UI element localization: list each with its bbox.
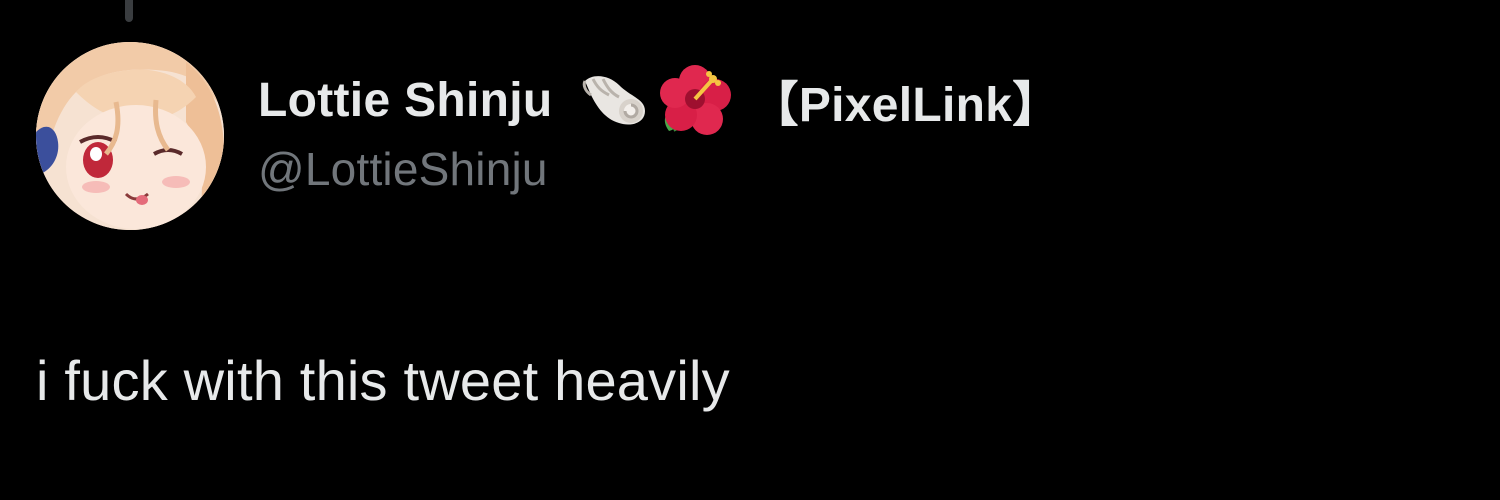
spiral-shell-icon [582,76,645,125]
author-display-name[interactable]: Lottie Shinju [258,73,553,128]
author-name-row[interactable]: Lottie Shinju 【PixelLink】 [258,65,1061,135]
tweet-author: Lottie Shinju 【PixelLink】 @LottieShinju [258,65,1061,206]
author-handle[interactable]: @LottieShinju [258,142,1061,196]
hibiscus-icon [659,65,731,135]
tweet-text: i fuck with this tweet heavily [36,349,730,412]
avatar[interactable] [36,42,224,230]
author-name-tag[interactable]: 【PixelLink】 [751,65,1061,135]
avatar-image [36,42,224,230]
tweet[interactable]: Lottie Shinju 【PixelLink】 @LottieShinju … [0,0,1500,500]
